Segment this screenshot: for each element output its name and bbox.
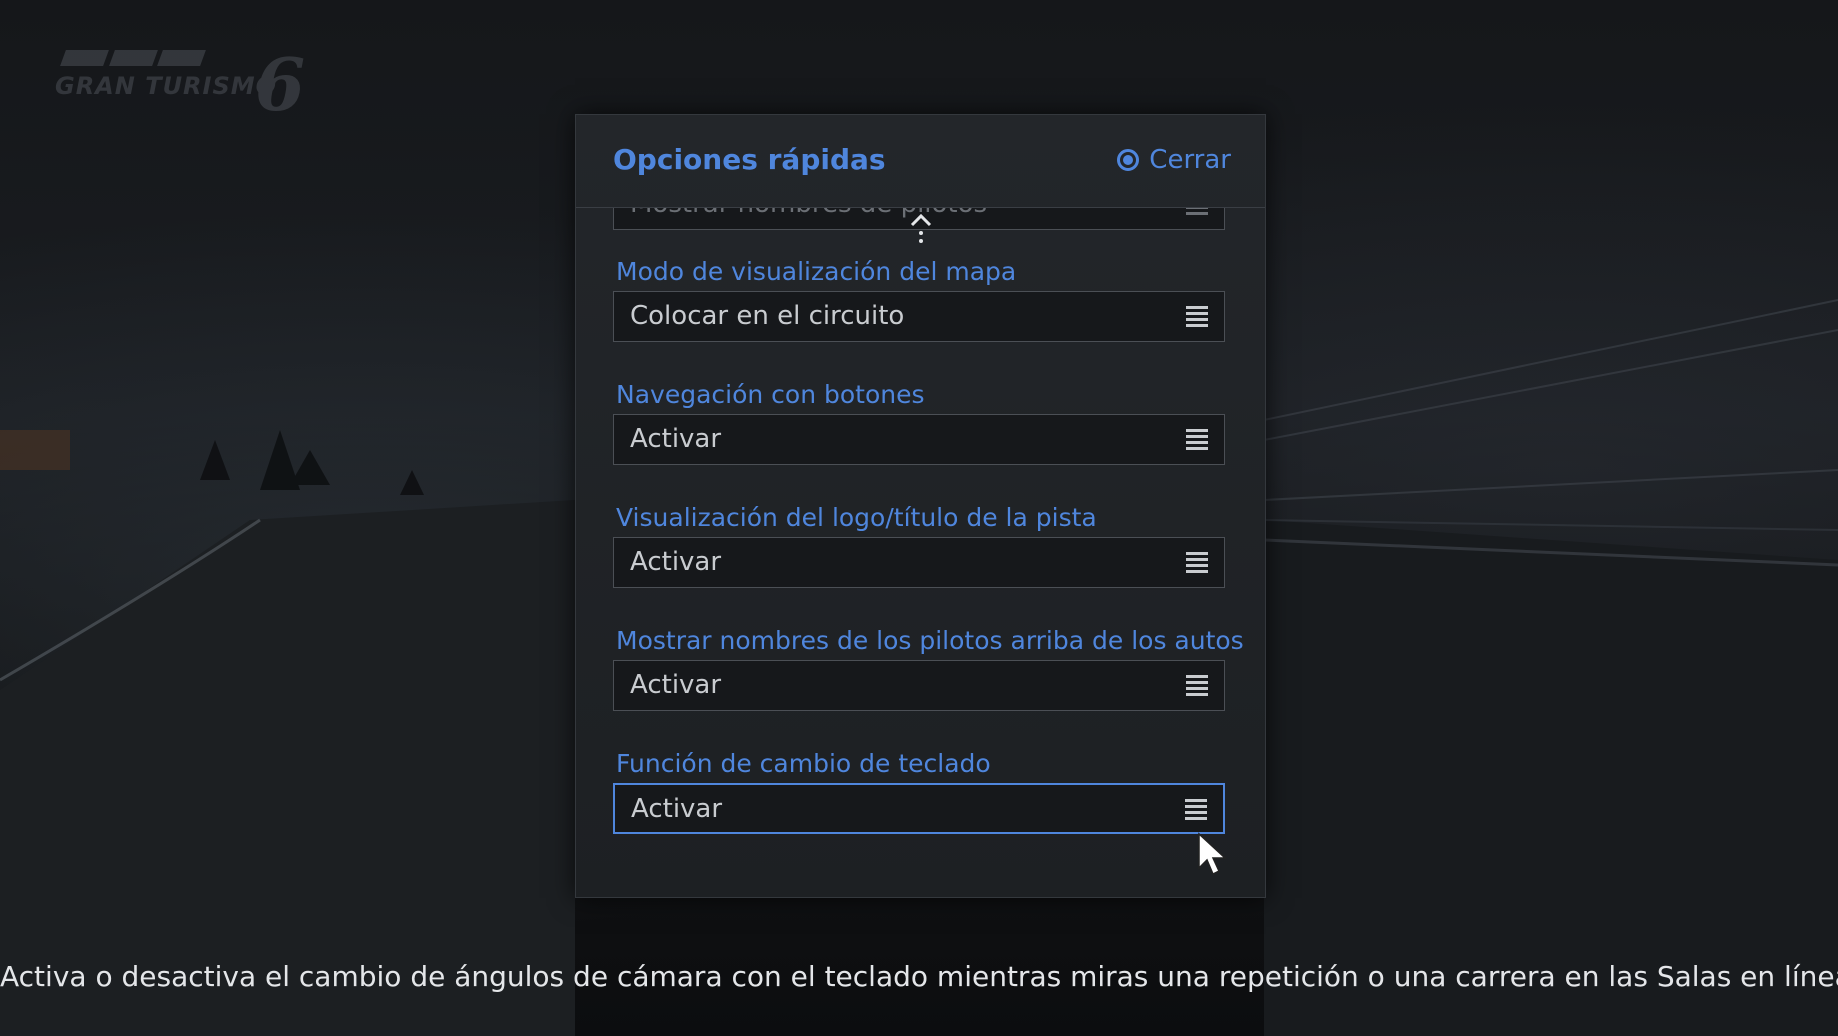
list-icon: [1186, 429, 1208, 451]
game-logo: GRAN TURISMO 6: [55, 42, 315, 127]
screen: GRAN TURISMO 6 Opciones rápidas Cerrar M…: [0, 0, 1838, 1036]
dialog-header: Opciones rápidas Cerrar: [576, 115, 1265, 208]
option-keyboard-switch-dropdown[interactable]: Activar: [613, 783, 1225, 834]
option-value: Colocar en el circuito: [630, 301, 905, 331]
list-icon: [1186, 306, 1208, 328]
option-label: Navegación con botones: [616, 380, 925, 409]
option-driver-names-above-cars-dropdown[interactable]: Activar: [613, 660, 1225, 711]
dialog-title: Opciones rápidas: [613, 143, 886, 176]
logo-text: GRAN TURISMO: [55, 72, 278, 100]
quick-options-dialog: Opciones rápidas Cerrar Mostrar nombres …: [575, 114, 1266, 898]
options-list[interactable]: Mostrar nombres de pilotos Modo de visua…: [576, 208, 1265, 896]
logo-stripes-icon: [60, 50, 206, 66]
logo-number: 6: [255, 42, 306, 127]
close-label: Cerrar: [1149, 145, 1231, 175]
circle-button-icon: [1117, 149, 1140, 171]
list-icon: [1186, 675, 1208, 697]
close-button[interactable]: Cerrar: [1117, 145, 1231, 175]
option-value: Mostrar nombres de pilotos: [630, 208, 987, 219]
list-icon: [1186, 208, 1208, 216]
option-value: Activar: [631, 794, 723, 824]
help-text: Activa o desactiva el cambio de ángulos …: [0, 960, 1838, 993]
option-label: Modo de visualización del mapa: [616, 257, 1017, 286]
option-map-display-dropdown[interactable]: Colocar en el circuito: [613, 291, 1225, 342]
pointer-cursor-icon: [1198, 832, 1227, 876]
list-icon: [1185, 799, 1207, 821]
option-track-logo-dropdown[interactable]: Activar: [613, 537, 1225, 588]
scroll-up-icon[interactable]: [909, 213, 933, 245]
option-value: Activar: [630, 424, 722, 454]
option-value: Activar: [630, 670, 722, 700]
option-button-navigation-dropdown[interactable]: Activar: [613, 414, 1225, 465]
list-icon: [1186, 552, 1208, 574]
option-label: Función de cambio de teclado: [616, 749, 991, 778]
option-label: Visualización del logo/título de la pist…: [616, 503, 1097, 532]
option-label: Mostrar nombres de los pilotos arriba de…: [616, 626, 1244, 655]
option-value: Activar: [630, 547, 722, 577]
